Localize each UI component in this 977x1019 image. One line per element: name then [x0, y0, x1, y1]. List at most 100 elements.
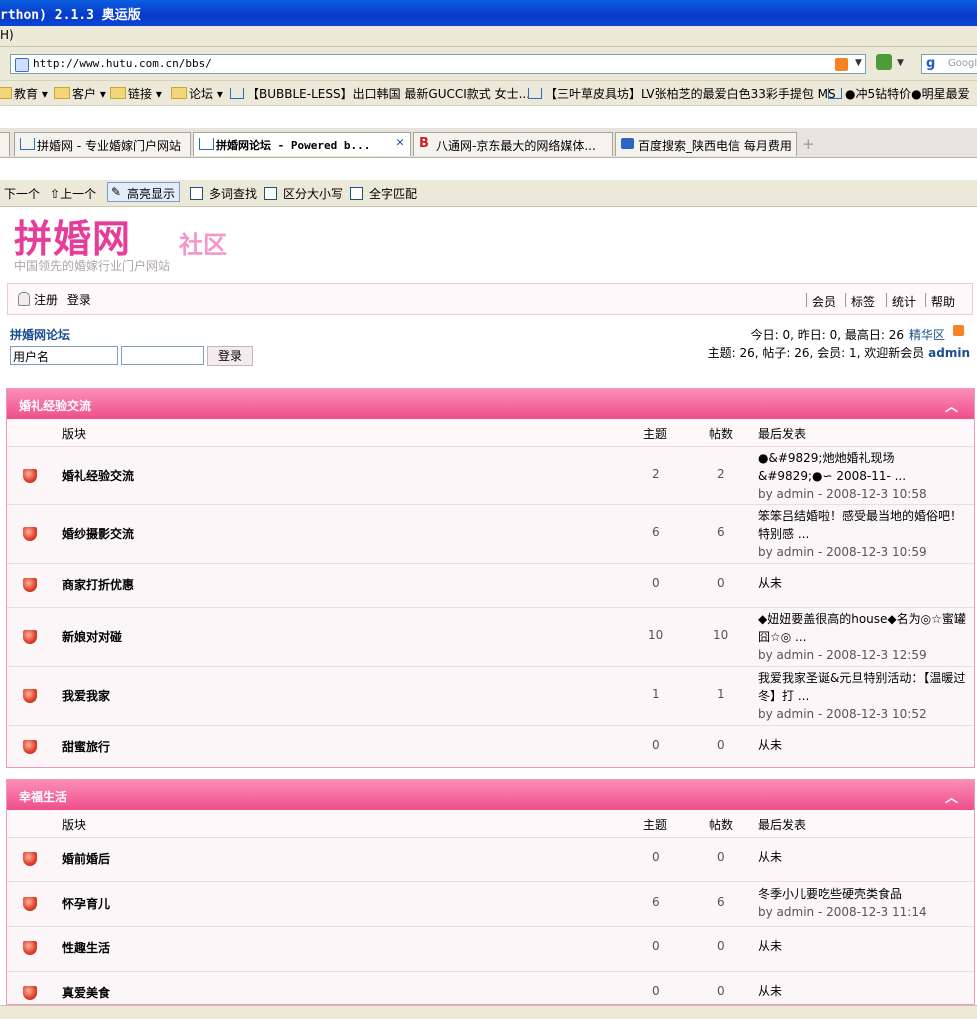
menu-help[interactable]: H)	[0, 28, 14, 42]
last-post: 从未	[758, 984, 783, 998]
topic-count: 6	[652, 525, 660, 539]
forum-name[interactable]: 商家打折优惠	[62, 576, 134, 593]
nav-tags[interactable]: 标签	[851, 293, 875, 310]
user-nav-bar: 注册 登录 会员 标签 统计 帮助	[7, 283, 973, 315]
forum-icon	[23, 469, 37, 483]
new-tab-icon[interactable]: +	[802, 135, 815, 153]
forum-name[interactable]: 怀孕育儿	[62, 895, 110, 912]
forum-name[interactable]: 我爱我家	[62, 687, 110, 704]
link-clients[interactable]: 客户 ▾	[54, 85, 106, 102]
forum-name[interactable]: 真爱美食	[62, 984, 110, 1001]
post-count: 0	[717, 939, 725, 953]
multi-word-checkbox[interactable]: 多词查找	[190, 185, 257, 202]
tab-pinhun-home[interactable]: 拼婚网 - 专业婚嫁门户网站	[14, 132, 191, 156]
stats-today: 今日: 0, 昨日: 0, 最高日: 26	[750, 328, 904, 342]
tab-batong[interactable]: B 八通网-京东最大的网络媒体...	[413, 132, 613, 156]
address-dropdown-icon[interactable]: ▼	[855, 58, 862, 68]
address-bar: http://www.hutu.com.cn/bbs/ ▼ ▼ g Googl	[0, 47, 977, 81]
last-post[interactable]: 冬季小儿要吃些硬壳类食品 by admin - 2008-12-3 11:14	[758, 885, 968, 921]
link-links[interactable]: 链接 ▾	[110, 85, 162, 102]
forum-icon	[23, 630, 37, 644]
forum-row[interactable]: 甜蜜旅行 0 0 从未	[7, 726, 974, 768]
nav-help[interactable]: 帮助	[931, 293, 955, 310]
column-header: 版块 主题 帖数 最后发表	[7, 419, 974, 447]
close-tab-icon[interactable]: ✕	[396, 135, 404, 150]
forum-icon	[23, 986, 37, 1000]
window-title: rthon) 2.1.3 奥运版	[0, 8, 141, 23]
forum-row[interactable]: 婚礼经验交流 2 2 ●&#9829;灺灺婚礼现场&#9829;●∽ 2008-…	[7, 447, 974, 505]
forum-name[interactable]: 甜蜜旅行	[62, 738, 110, 755]
forum-title[interactable]: 拼婚网论坛	[10, 326, 70, 343]
last-post: 从未	[758, 738, 783, 752]
digest-link[interactable]: 精华区	[909, 326, 945, 343]
tab-baidu[interactable]: 百度搜索_陕西电信 每月费用	[615, 132, 797, 156]
go-icon[interactable]	[876, 54, 892, 70]
forum-row[interactable]: 婚纱摄影交流 6 6 笨笨吕结婚啦！感受最当地的婚俗吧！特别感 ... by ad…	[7, 505, 974, 564]
folder-icon	[0, 87, 12, 99]
username-input[interactable]: 用户名	[10, 346, 118, 365]
cart-icon	[20, 138, 35, 150]
forum-icon	[23, 941, 37, 955]
cart-icon	[230, 88, 244, 99]
cart-icon	[528, 88, 542, 99]
category-title[interactable]: 婚礼经验交流	[19, 397, 91, 414]
forum-name[interactable]: 性趣生活	[62, 939, 110, 956]
site-logo-sub: 社区	[179, 230, 227, 259]
nav-members[interactable]: 会员	[812, 293, 836, 310]
link-education[interactable]: 教育 ▾	[0, 85, 48, 102]
column-header: 版块 主题 帖数 最后发表	[7, 810, 974, 838]
forum-name[interactable]: 婚纱摄影交流	[62, 525, 134, 542]
collapse-icon[interactable]: ︿	[945, 787, 958, 806]
tab-pinhun-forum[interactable]: 拼婚网论坛 - Powered b... ✕	[193, 132, 411, 156]
nav-stats[interactable]: 统计	[892, 293, 916, 310]
last-post[interactable]: 我爱我家圣诞&元旦特别活动：【温暖过冬】打 ... by admin - 2008…	[758, 669, 968, 723]
tab-hidden[interactable]	[0, 132, 10, 156]
forum-row[interactable]: 商家打折优惠 0 0 从未	[7, 564, 974, 608]
forum-row[interactable]: 婚前婚后 0 0 从未	[7, 838, 974, 882]
link-forum[interactable]: 论坛 ▾	[171, 85, 223, 102]
last-post[interactable]: 笨笨吕结婚啦！感受最当地的婚俗吧！特别感 ... by admin - 2008-…	[758, 507, 968, 561]
last-post[interactable]: ●&#9829;灺灺婚礼现场&#9829;●∽ 2008-11- ... by a…	[758, 449, 968, 503]
collapse-icon[interactable]: ︿	[945, 396, 958, 415]
link-bubble-less[interactable]: 【BUBBLE-LESS】出口韩国 最新GUCCI款式 女士...	[230, 85, 530, 102]
whole-word-checkbox[interactable]: 全字匹配	[350, 185, 417, 202]
forum-row[interactable]: 怀孕育儿 6 6 冬季小儿要吃些硬壳类食品 by admin - 2008-12-…	[7, 882, 974, 927]
topic-count: 10	[648, 628, 664, 642]
login-link[interactable]: 登录	[67, 293, 91, 307]
forum-row[interactable]: 性趣生活 0 0 从未	[7, 927, 974, 972]
post-count: 6	[717, 525, 725, 539]
url-input[interactable]: http://www.hutu.com.cn/bbs/ ▼	[10, 54, 866, 74]
forum-name[interactable]: 新娘对对碰	[62, 628, 122, 645]
folder-icon	[171, 87, 187, 99]
highlight-button[interactable]: ✎ 高亮显示	[107, 182, 180, 202]
site-logo[interactable]: 拼婚网	[14, 208, 131, 263]
find-bar: 下一个 ⇧上一个 ✎ 高亮显示 多词查找 区分大小写 全字匹配	[0, 180, 977, 207]
link-diamond[interactable]: ●冲5钻特价●明星最爱	[828, 85, 970, 102]
newest-member-link[interactable]: admin	[928, 346, 970, 360]
rss-icon[interactable]	[835, 58, 848, 71]
rss-icon[interactable]	[953, 325, 964, 336]
forum-row[interactable]: 我爱我家 1 1 我爱我家圣诞&元旦特别活动：【温暖过冬】打 ... by adm…	[7, 667, 974, 726]
find-next-button[interactable]: 下一个	[4, 185, 40, 202]
password-input[interactable]	[121, 346, 204, 365]
match-case-checkbox[interactable]: 区分大小写	[264, 185, 343, 202]
last-post[interactable]: ◆妞妞要盖很高的house◆名为◎☆蜜罐囧☆◎ ... by admin - 20…	[758, 610, 968, 664]
tab-bar: 拼婚网 - 专业婚嫁门户网站 拼婚网论坛 - Powered b... ✕ B …	[0, 128, 977, 158]
go-dropdown-icon[interactable]: ▼	[897, 58, 904, 68]
topic-count: 0	[652, 738, 660, 752]
register-link[interactable]: 注册	[34, 293, 58, 307]
forum-icon	[23, 578, 37, 592]
google-search-input[interactable]: g Googl	[921, 54, 977, 74]
forum-row[interactable]: 新娘对对碰 10 10 ◆妞妞要盖很高的house◆名为◎☆蜜罐囧☆◎ ... b…	[7, 608, 974, 667]
page-icon	[15, 58, 29, 72]
forum-name[interactable]: 婚前婚后	[62, 850, 110, 867]
forum-name[interactable]: 婚礼经验交流	[62, 467, 134, 484]
last-post: 从未	[758, 576, 783, 590]
last-post: 从未	[758, 939, 783, 953]
forum-row[interactable]: 真爱美食 0 0 从未	[7, 972, 974, 1004]
topic-count: 1	[652, 687, 660, 701]
link-sanye[interactable]: 【三叶草皮具坊】LV张柏芝的最爱白色33彩手提包 MS	[528, 85, 836, 102]
login-button[interactable]: 登录	[207, 346, 253, 366]
find-prev-button[interactable]: ⇧上一个	[50, 185, 96, 202]
category-title[interactable]: 幸福生活	[19, 788, 67, 805]
